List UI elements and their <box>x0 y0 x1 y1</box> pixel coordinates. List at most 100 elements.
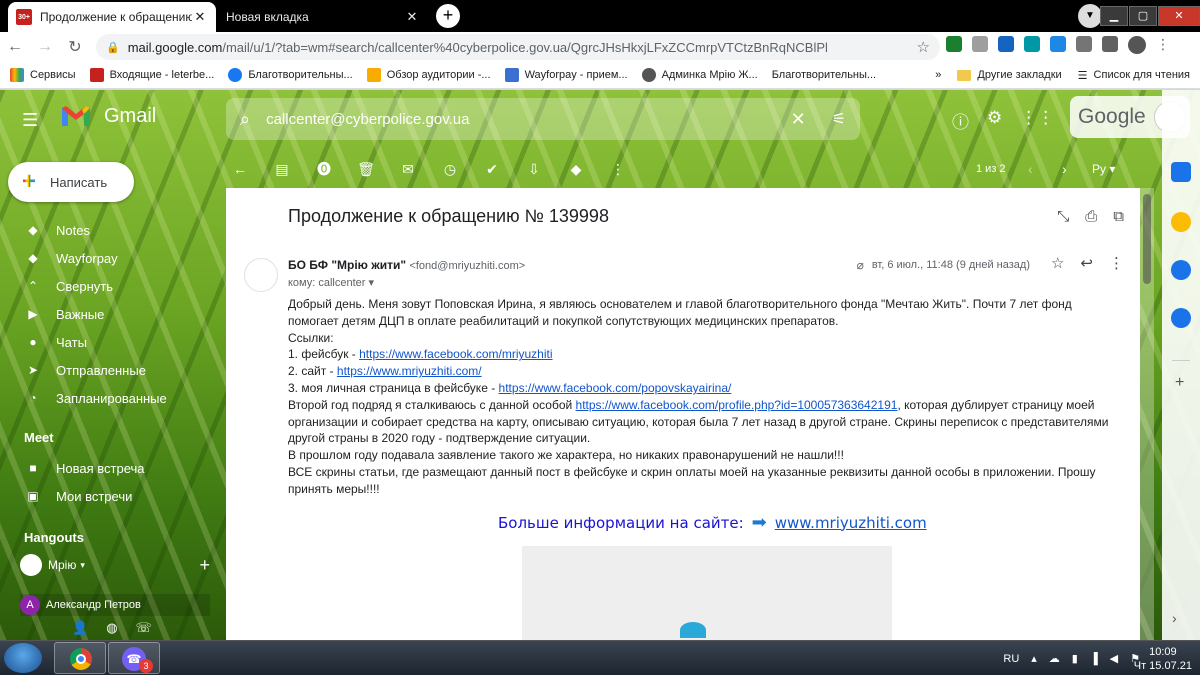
other-bookmarks[interactable]: Другие закладки <box>957 69 1062 81</box>
sidebar-item-notes[interactable]: ◆ Notes <box>0 216 224 244</box>
bookmark-star-icon[interactable]: ☆ <box>917 38 930 56</box>
scrollbar-thumb[interactable] <box>1143 194 1151 284</box>
taskbar-chrome[interactable] <box>54 642 106 674</box>
new-tab-button[interactable]: + <box>436 4 460 28</box>
bookmark-item[interactable]: Админка Мрію Ж... <box>641 67 758 82</box>
hangouts-user[interactable]: Мрію ▾ + <box>20 554 210 576</box>
sender-info[interactable]: БО БФ "Мрію жити" <fond@mriyuzhiti.com> <box>288 258 525 272</box>
minimize-button[interactable]: ▁ <box>1100 6 1128 26</box>
maximize-button[interactable]: ▢ <box>1129 6 1157 26</box>
more-icon[interactable]: ⋮ <box>604 161 632 178</box>
person-icon[interactable]: 👤 <box>72 620 88 636</box>
extension-icon[interactable] <box>1024 36 1040 52</box>
add-task-icon[interactable]: ✔ <box>478 161 506 178</box>
tab-close-icon[interactable]: ✕ <box>404 9 420 25</box>
taskbar-viber[interactable]: ☎ 3 <box>108 642 160 674</box>
new-meeting-item[interactable]: ■ Новая встреча <box>0 454 224 482</box>
prev-page-icon[interactable]: ‹ <box>1028 161 1033 177</box>
open-new-window-icon[interactable]: ⧉ <box>1113 208 1124 225</box>
sidebar-item-chats[interactable]: ● Чаты <box>0 328 224 356</box>
clock[interactable]: 10:09 Чт 15.07.21 <box>1134 645 1192 673</box>
add-chat-icon[interactable]: + <box>199 555 210 576</box>
mark-unread-icon[interactable]: ✉ <box>394 161 422 178</box>
reload-button[interactable]: ↻ <box>60 37 90 57</box>
chevron-right-icon[interactable]: › <box>1172 610 1177 626</box>
sidebar-item-wayforpay[interactable]: ◆ Wayforpay <box>0 244 224 272</box>
lang-indicator[interactable]: RU <box>1003 653 1019 665</box>
site-link[interactable]: https://www.mriyuzhiti.com/ <box>337 364 482 378</box>
back-button[interactable]: ← <box>0 38 30 56</box>
extension-icon[interactable] <box>946 36 962 52</box>
sidebar-item-important[interactable]: ▶ Важные <box>0 300 224 328</box>
report-spam-icon[interactable]: ⓿ <box>310 159 338 179</box>
shield-icon[interactable] <box>998 36 1014 52</box>
profile-link[interactable]: https://www.facebook.com/profile.php?id=… <box>576 398 898 412</box>
sidebar-item-scheduled[interactable]: ◔ Запланированные <box>0 384 224 412</box>
keep-icon[interactable] <box>1171 212 1191 232</box>
next-page-icon[interactable]: › <box>1062 161 1067 177</box>
recipient-line[interactable]: кому: callcenter ▾ <box>288 276 374 289</box>
star-icon[interactable]: ☆ <box>1051 254 1064 272</box>
personal-facebook-link[interactable]: https://www.facebook.com/popovskayairina… <box>499 381 732 395</box>
more-menu-icon[interactable]: ⋮ <box>1156 36 1170 54</box>
my-meetings-item[interactable]: ▣ Мои встречи <box>0 482 224 510</box>
label-icon[interactable]: ◆ <box>562 161 590 178</box>
bookmarks-overflow[interactable]: » <box>935 69 941 81</box>
reply-icon[interactable]: ↩ <box>1080 254 1093 272</box>
bookmark-item[interactable]: Сервисы <box>10 67 76 82</box>
settings-gear-icon[interactable]: ⚙ <box>987 108 1002 133</box>
cloud-icon[interactable]: ☁ <box>1049 652 1060 665</box>
facebook-link[interactable]: https://www.facebook.com/mriyuzhiti <box>359 347 552 361</box>
extension-icon[interactable] <box>972 36 988 52</box>
main-menu-icon[interactable]: ☰ <box>22 110 38 131</box>
globe-icon[interactable] <box>1076 36 1092 52</box>
bookmark-item[interactable]: Wayforpay - прием... <box>504 67 628 82</box>
bookmark-item[interactable]: Входящие - leterbe... <box>89 67 214 82</box>
address-bar[interactable]: 🔒 mail.google.com/mail/u/1/?tab=wm#searc… <box>96 34 940 60</box>
close-window-button[interactable]: ✕ <box>1158 6 1200 26</box>
archive-icon[interactable]: ▤ <box>268 161 296 178</box>
reading-list[interactable]: ☰ Список для чтения <box>1078 69 1190 82</box>
puzzle-icon[interactable] <box>1102 36 1118 52</box>
delete-icon[interactable]: 🗑 <box>352 161 380 178</box>
search-bar[interactable]: ⌕ callcenter@cyberpolice.gov.ua ✕ ⚟ <box>226 98 860 140</box>
hangouts-contact[interactable]: А Александр Петров <box>20 594 210 616</box>
back-to-list-icon[interactable]: ← <box>226 161 254 177</box>
compose-button[interactable]: + Написать <box>8 162 134 202</box>
sidebar-item-sent[interactable]: ➤ Отправленные <box>0 356 224 384</box>
search-icon[interactable]: ⌕ <box>240 109 250 130</box>
move-to-icon[interactable]: ⇩ <box>520 161 548 178</box>
apps-grid-icon[interactable]: ⋮⋮ <box>1020 108 1054 133</box>
forward-button[interactable]: → <box>30 38 60 56</box>
add-addon-icon[interactable]: + <box>1175 374 1184 392</box>
volume-icon[interactable]: ◀ <box>1110 652 1118 665</box>
search-options-icon[interactable]: ⚟ <box>832 109 846 129</box>
start-button[interactable] <box>4 643 42 673</box>
tab-gmail[interactable]: 30+ Продолжение к обращению № ✕ <box>8 2 216 32</box>
gmail-logo[interactable]: Gmail <box>60 104 156 128</box>
tasks-icon[interactable] <box>1171 260 1191 280</box>
tray-expand-icon[interactable]: ▴ <box>1031 652 1037 665</box>
extension-icon[interactable] <box>1050 36 1066 52</box>
profile-avatar[interactable] <box>1128 36 1146 54</box>
search-input[interactable]: callcenter@cyberpolice.gov.ua <box>266 111 790 128</box>
collapse-all-icon[interactable]: ⤡ <box>1057 208 1069 225</box>
phone-icon[interactable]: ☏ <box>136 620 152 636</box>
input-tools-lang[interactable]: Ру ▾ <box>1092 162 1115 176</box>
bookmark-item[interactable]: Обзор аудитории -... <box>366 67 491 82</box>
contacts-icon[interactable] <box>1171 308 1191 328</box>
promo-link[interactable]: www.mriyuzhiti.com <box>775 514 927 532</box>
print-icon[interactable]: ⎙ <box>1085 208 1097 225</box>
calendar-icon[interactable] <box>1171 162 1191 182</box>
sidebar-item-collapse[interactable]: ⌃ Свернуть <box>0 272 224 300</box>
tab-new[interactable]: Новая вкладка ✕ <box>218 2 428 32</box>
clear-search-icon[interactable]: ✕ <box>791 109 806 130</box>
bookmark-item[interactable]: Благотворительны... <box>772 69 876 81</box>
bookmark-item[interactable]: Благотворительны... <box>228 67 353 82</box>
chat-bubble-icon[interactable]: ◍ <box>106 620 117 636</box>
more-icon[interactable]: ⋮ <box>1109 254 1124 272</box>
help-icon[interactable]: ⓘ <box>952 108 969 133</box>
network-icon[interactable]: ▐ <box>1090 653 1098 665</box>
snooze-icon[interactable]: ◷ <box>436 161 464 178</box>
signal-icon[interactable]: ▮ <box>1072 652 1078 665</box>
